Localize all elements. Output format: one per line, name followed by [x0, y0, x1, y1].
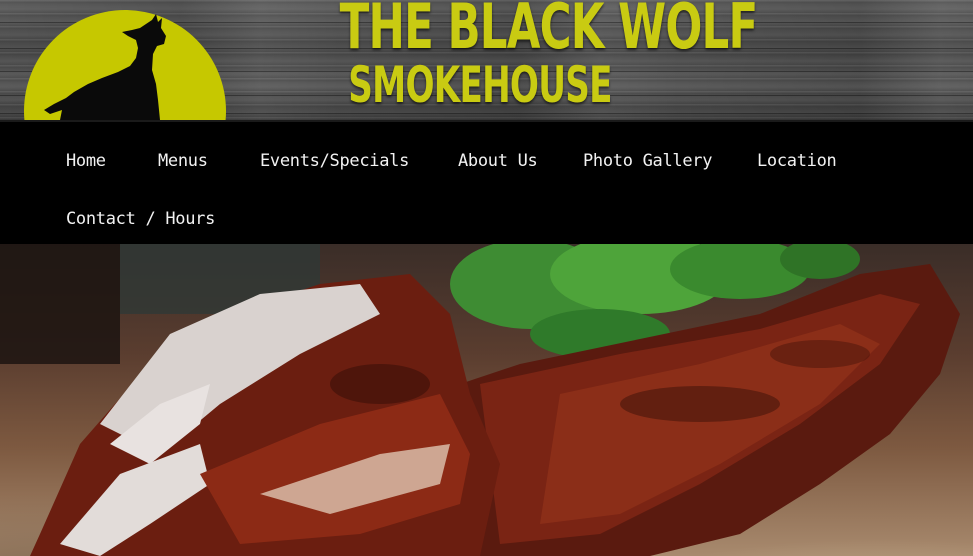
- smoked-ribs-photo-icon: [0, 244, 960, 556]
- nav-item-about-us[interactable]: About Us: [458, 151, 538, 171]
- brand-name-line1: THE BLACK WOLF: [339, 0, 759, 63]
- howling-wolf-icon: [44, 14, 166, 120]
- site-header: THE BLACK WOLF SMOKEHOUSE: [0, 0, 973, 120]
- main-nav: Home Menus Events/Specials About Us Phot…: [0, 120, 973, 244]
- brand-name-line2: SMOKEHOUSE: [348, 56, 612, 114]
- nav-item-home[interactable]: Home: [66, 151, 106, 171]
- brand-logo[interactable]: THE BLACK WOLF SMOKEHOUSE: [300, 0, 759, 114]
- nav-item-location[interactable]: Location: [757, 151, 837, 171]
- nav-item-menus[interactable]: Menus: [158, 151, 208, 171]
- nav-item-events-specials[interactable]: Events/Specials: [260, 151, 409, 171]
- nav-item-contact-hours[interactable]: Contact / Hours: [66, 209, 215, 229]
- hero-image: [0, 244, 973, 556]
- nav-item-photo-gallery[interactable]: Photo Gallery: [583, 151, 712, 171]
